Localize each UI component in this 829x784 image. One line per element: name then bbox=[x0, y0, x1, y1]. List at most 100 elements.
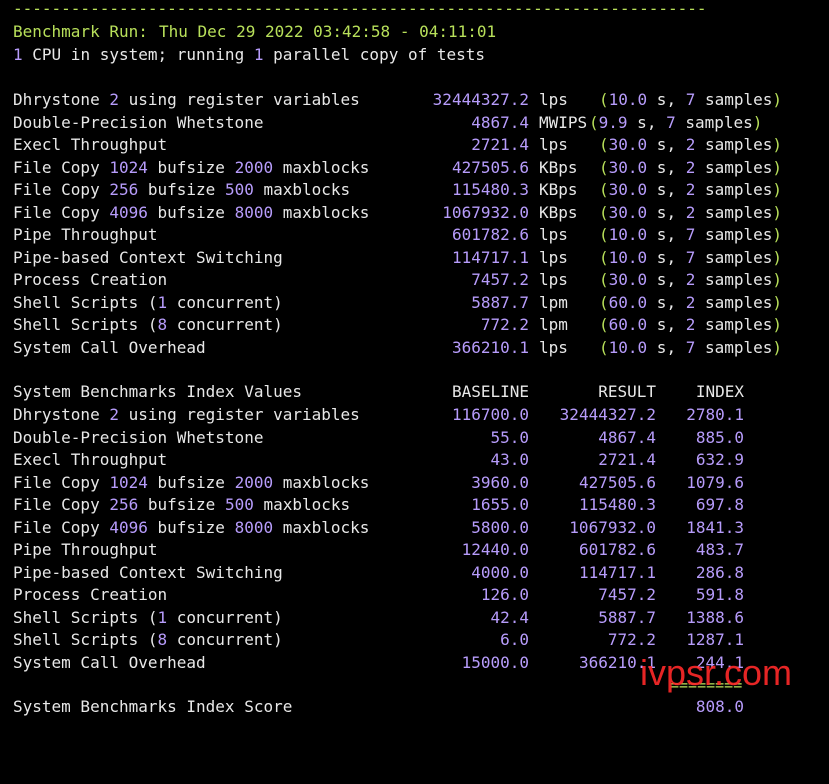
paren: ( bbox=[599, 315, 609, 334]
result-value: 772.2 bbox=[607, 630, 656, 649]
result-timing: (60.0 s, 2 samples) bbox=[599, 314, 782, 336]
result-timing: (30.0 s, 2 samples) bbox=[599, 202, 782, 224]
test-name: Process Creation bbox=[13, 584, 167, 606]
result-row: System Call Overhead 366210.1 lps (10.0 s, … bbox=[0, 337, 829, 359]
result-samples: 2 bbox=[685, 315, 696, 334]
baseline-header: BASELINE bbox=[451, 382, 529, 401]
result-time: 10.0 bbox=[608, 247, 648, 267]
result-header: RESULT bbox=[598, 382, 656, 401]
test-name: File Copy 1024 bufsize 2000 maxblocks bbox=[13, 157, 369, 179]
result-unit: lps bbox=[539, 270, 568, 289]
baseline-value: 5800.0 bbox=[471, 517, 529, 537]
test-name-number: 500 bbox=[224, 180, 254, 199]
paren: ) bbox=[772, 270, 783, 289]
test-name-part: Shell Scripts ( bbox=[13, 607, 158, 627]
result-timing: (10.0 s, 7 samples) bbox=[599, 224, 782, 246]
sep: s, bbox=[647, 292, 686, 312]
cpu-text: CPU in system; running bbox=[22, 45, 254, 64]
test-name-part: concurrent) bbox=[167, 630, 283, 649]
test-name: Double-Precision Whetstone bbox=[13, 427, 263, 449]
baseline-value: 116700.0 bbox=[451, 405, 529, 424]
test-name-part: System Call Overhead bbox=[13, 337, 206, 357]
dashed-rule: ----------------------------------------… bbox=[13, 0, 707, 18]
result-value: 5887.7 bbox=[598, 607, 656, 627]
index-value: 1079.6 bbox=[686, 472, 744, 492]
test-name-part: Dhrystone bbox=[13, 405, 110, 424]
index-row: File Copy 1024 bufsize 2000 maxblocks 396… bbox=[0, 472, 829, 494]
result-time: 10.0 bbox=[608, 337, 648, 357]
result-value: 427505.6 bbox=[451, 157, 529, 177]
result-samples: 7 bbox=[666, 112, 676, 132]
test-name-part: bufsize bbox=[138, 180, 225, 199]
test-name-part: Shell Scripts ( bbox=[13, 630, 158, 649]
test-name: File Copy 1024 bufsize 2000 maxblocks bbox=[13, 472, 369, 494]
test-name-part: using register variables bbox=[118, 90, 360, 109]
index-row: Pipe Throughput 12440.0 601782.6 483.7 bbox=[0, 539, 829, 561]
sep: s, bbox=[647, 247, 686, 267]
samples-label: samples bbox=[695, 135, 773, 154]
test-name-number: 1 bbox=[157, 607, 168, 627]
result-row: Process Creation 7457.2 lps (30.0 s, 2 samp… bbox=[0, 269, 829, 291]
result-row: Execl Throughput 2721.4 lps (30.0 s, 2 samp… bbox=[0, 134, 829, 156]
result-timing: (60.0 s, 2 samples) bbox=[599, 292, 782, 314]
test-name: Shell Scripts (8 concurrent) bbox=[13, 314, 283, 336]
result-value: 7457.2 bbox=[471, 270, 529, 289]
run-time: Thu Dec 29 2022 03:42:58 - 04:11:01 bbox=[159, 22, 497, 41]
test-name-part: File Copy bbox=[13, 180, 110, 199]
paren: ) bbox=[772, 247, 783, 267]
test-name-part: bufsize bbox=[138, 495, 225, 514]
result-unit: KBps bbox=[539, 202, 578, 222]
result-time: 30.0 bbox=[608, 180, 648, 199]
index-row: Process Creation 126.0 7457.2 591.8 bbox=[0, 584, 829, 606]
terminal-window: ----------------------------------------… bbox=[0, 0, 829, 728]
result-row: Pipe Throughput 601782.6 lps (10.0 s, 7 sam… bbox=[0, 224, 829, 246]
result-timing: (30.0 s, 2 samples) bbox=[599, 157, 782, 179]
result-value: 1067932.0 bbox=[442, 202, 529, 222]
paren: ( bbox=[599, 292, 609, 312]
test-name-part: Execl Throughput bbox=[13, 450, 168, 469]
test-name-part: Execl Throughput bbox=[13, 135, 168, 154]
result-unit: lps bbox=[539, 247, 568, 267]
index-row: Execl Throughput 43.0 2721.4 632.9 bbox=[0, 449, 829, 471]
result-timing: (10.0 s, 7 samples) bbox=[599, 247, 782, 269]
samples-label: samples bbox=[695, 90, 773, 109]
result-row: Pipe-based Context Switching 114717.1 lps (… bbox=[0, 247, 829, 269]
test-name-part: concurrent) bbox=[167, 292, 283, 312]
paren: ) bbox=[772, 180, 783, 199]
samples-label: samples bbox=[695, 157, 773, 177]
result-unit: lps bbox=[539, 337, 568, 357]
result-value: 772.2 bbox=[480, 315, 529, 334]
index-header-row: System Benchmarks Index Values BASELINE … bbox=[0, 381, 829, 403]
test-name-part: Shell Scripts ( bbox=[13, 292, 158, 312]
result-timing: (10.0 s, 7 samples) bbox=[599, 89, 782, 111]
result-unit: KBps bbox=[539, 180, 578, 199]
cpu-line: 1 CPU in system; running 1 parallel copy… bbox=[0, 44, 829, 66]
baseline-value: 15000.0 bbox=[461, 652, 529, 672]
test-name-number: 1 bbox=[157, 292, 168, 312]
index-header: INDEX bbox=[695, 382, 744, 401]
baseline-value: 42.4 bbox=[490, 607, 529, 627]
result-row: File Copy 4096 bufsize 8000 maxblocks 106… bbox=[0, 202, 829, 224]
baseline-value: 3960.0 bbox=[471, 472, 529, 492]
result-value: 1067932.0 bbox=[569, 517, 656, 537]
result-timing: (9.9 s, 7 samples) bbox=[589, 112, 762, 134]
result-value: 32444327.2 bbox=[559, 405, 656, 424]
test-name-number: 500 bbox=[224, 495, 254, 514]
paren: ( bbox=[599, 225, 609, 244]
samples-label: samples bbox=[695, 292, 773, 312]
test-name-number: 2000 bbox=[234, 472, 274, 492]
watermark-logo: ivpsr.com bbox=[640, 652, 793, 693]
sep: s, bbox=[647, 337, 686, 357]
paren: ( bbox=[599, 247, 609, 267]
test-name: Dhrystone 2 using register variables bbox=[13, 404, 360, 426]
result-timing: (30.0 s, 2 samples) bbox=[599, 179, 782, 201]
test-name: System Call Overhead bbox=[13, 652, 206, 674]
baseline-value: 6.0 bbox=[500, 630, 529, 649]
result-row: File Copy 1024 bufsize 2000 maxblocks 427… bbox=[0, 157, 829, 179]
test-name-part: Process Creation bbox=[13, 270, 168, 289]
test-name-part: Pipe Throughput bbox=[13, 225, 158, 244]
test-name: Shell Scripts (8 concurrent) bbox=[13, 629, 283, 651]
test-name-part: Double-Precision Whetstone bbox=[13, 112, 264, 132]
result-unit: MWIPS bbox=[539, 112, 588, 132]
baseline-value: 43.0 bbox=[490, 450, 529, 469]
